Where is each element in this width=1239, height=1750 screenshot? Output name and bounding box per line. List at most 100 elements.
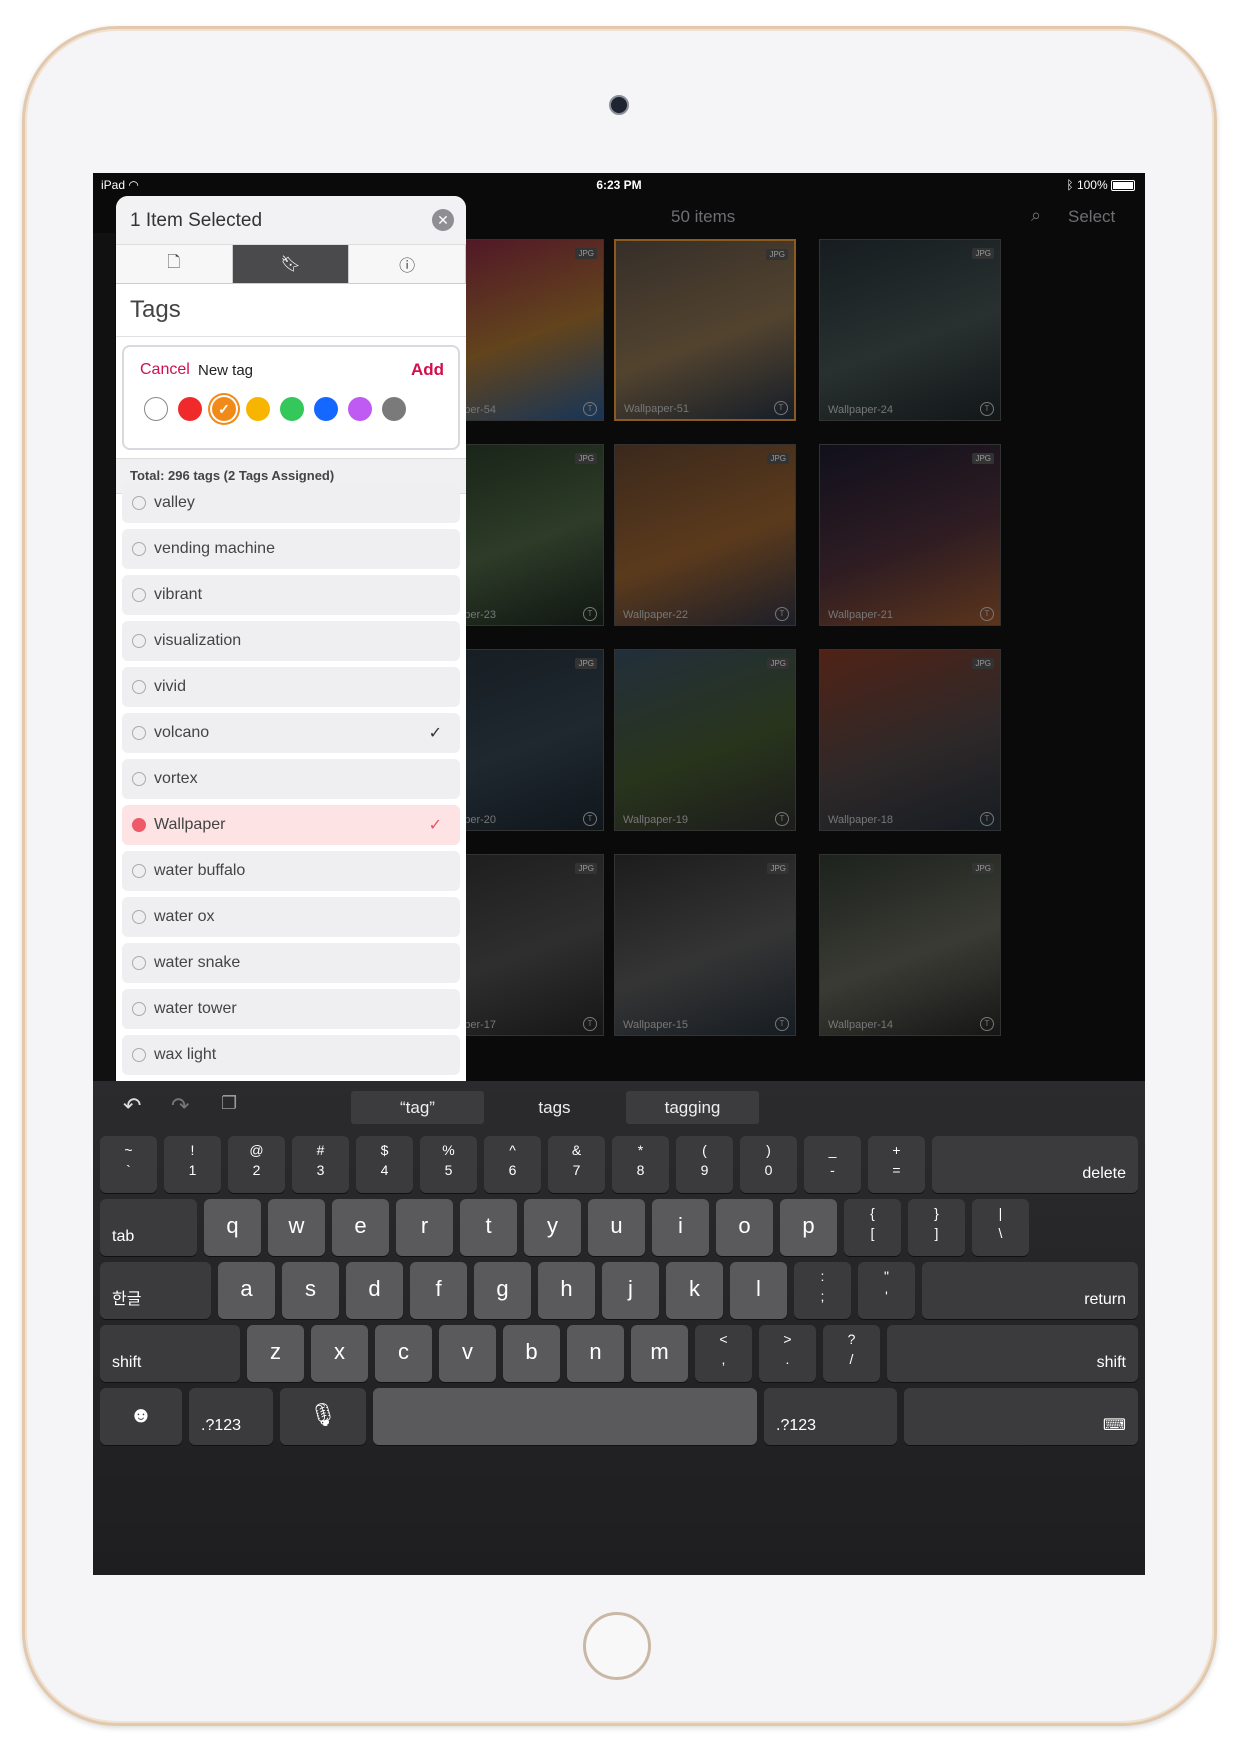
home-button[interactable] xyxy=(583,1612,651,1680)
tag-row[interactable]: wax light xyxy=(122,1035,460,1075)
symbol-key[interactable]: >. xyxy=(759,1325,816,1382)
letter-key[interactable]: w xyxy=(268,1199,325,1256)
close-icon[interactable]: ✕ xyxy=(432,209,454,231)
mic-key[interactable]: 🎙︎ xyxy=(280,1388,366,1445)
tab-key[interactable]: tab xyxy=(100,1199,197,1256)
return-key[interactable]: return xyxy=(922,1262,1138,1319)
add-button[interactable]: Add xyxy=(411,360,444,380)
letter-key[interactable]: i xyxy=(652,1199,709,1256)
color-swatch[interactable] xyxy=(212,397,236,421)
tag-row[interactable]: visualization xyxy=(122,621,460,661)
number-key[interactable]: @2 xyxy=(228,1136,285,1193)
tab-document[interactable]: 🗋 xyxy=(116,245,233,283)
shift-key-left[interactable]: shift xyxy=(100,1325,240,1382)
letter-key[interactable]: o xyxy=(716,1199,773,1256)
hide-keyboard-key[interactable]: ⌨ xyxy=(904,1388,1138,1445)
letter-key[interactable]: c xyxy=(375,1325,432,1382)
redo-icon[interactable]: ↷ xyxy=(171,1093,189,1119)
symbol-key[interactable]: | \ xyxy=(972,1199,1029,1256)
number-key[interactable]: ! 1 xyxy=(164,1136,221,1193)
letter-key[interactable]: x xyxy=(311,1325,368,1382)
letter-key[interactable]: b xyxy=(503,1325,560,1382)
letter-key[interactable]: q xyxy=(204,1199,261,1256)
letter-key[interactable]: z xyxy=(247,1325,304,1382)
select-button[interactable]: Select xyxy=(1068,207,1115,227)
suggestion-2[interactable]: tags xyxy=(488,1091,621,1124)
tag-row[interactable]: vortex xyxy=(122,759,460,799)
suggestion-1[interactable]: “tag” xyxy=(351,1091,484,1124)
numbers-key-right[interactable]: .?123 xyxy=(764,1388,897,1445)
letter-key[interactable]: u xyxy=(588,1199,645,1256)
letter-key[interactable]: n xyxy=(567,1325,624,1382)
number-key[interactable]: % 5 xyxy=(420,1136,477,1193)
letter-key[interactable]: a xyxy=(218,1262,275,1319)
letter-key[interactable]: l xyxy=(730,1262,787,1319)
space-key[interactable] xyxy=(373,1388,757,1445)
letter-key[interactable]: v xyxy=(439,1325,496,1382)
tag-row[interactable]: volcano ✓ xyxy=(122,713,460,753)
letter-key[interactable]: s xyxy=(282,1262,339,1319)
thumbnail[interactable]: JPG Wallpaper-21 T xyxy=(819,444,1001,626)
tag-row[interactable]: water snake xyxy=(122,943,460,983)
letter-key[interactable]: t xyxy=(460,1199,517,1256)
number-key[interactable]: #3 xyxy=(292,1136,349,1193)
number-key[interactable]: $4 xyxy=(356,1136,413,1193)
search-icon[interactable]: ⌕ xyxy=(1031,205,1041,226)
thumbnail[interactable]: JPG Wallpaper-19 T xyxy=(614,649,796,831)
letter-key[interactable]: g xyxy=(474,1262,531,1319)
color-swatch[interactable] xyxy=(382,397,406,421)
tag-row[interactable]: water tower xyxy=(122,989,460,1029)
symbol-key[interactable]: ? / xyxy=(823,1325,880,1382)
thumbnail[interactable]: JPG Wallpaper-51 T xyxy=(614,239,796,421)
undo-icon[interactable]: ↶ xyxy=(123,1093,141,1119)
letter-key[interactable]: f xyxy=(410,1262,467,1319)
letter-key[interactable]: r xyxy=(396,1199,453,1256)
number-key[interactable]: * 8 xyxy=(612,1136,669,1193)
tag-row[interactable]: valley xyxy=(122,483,460,523)
tag-row[interactable]: water ox xyxy=(122,897,460,937)
letter-key[interactable]: d xyxy=(346,1262,403,1319)
number-key[interactable]: ^ 6 xyxy=(484,1136,541,1193)
numbers-key-left[interactable]: .?123 xyxy=(189,1388,273,1445)
letter-key[interactable]: y xyxy=(524,1199,581,1256)
number-key[interactable]: _ - xyxy=(804,1136,861,1193)
symbol-key[interactable]: }] xyxy=(908,1199,965,1256)
tab-info[interactable]: ⓘ xyxy=(349,245,466,283)
thumbnail[interactable]: JPG Wallpaper-22 T xyxy=(614,444,796,626)
suggestion-3[interactable]: tagging xyxy=(626,1091,759,1124)
color-swatch[interactable] xyxy=(178,397,202,421)
number-key[interactable]: ) 0 xyxy=(740,1136,797,1193)
thumbnail[interactable]: JPG Wallpaper-15 T xyxy=(614,854,796,1036)
symbol-key[interactable]: <, xyxy=(695,1325,752,1382)
thumbnail[interactable]: JPG Wallpaper-24 T xyxy=(819,239,1001,421)
tag-row[interactable]: Wallpaper ✓ xyxy=(122,805,460,845)
paste-icon[interactable]: ❐ xyxy=(221,1093,237,1114)
tag-row[interactable]: vivid xyxy=(122,667,460,707)
color-swatch[interactable] xyxy=(246,397,270,421)
number-key[interactable]: (9 xyxy=(676,1136,733,1193)
symbol-key[interactable]: {[ xyxy=(844,1199,901,1256)
symbol-key[interactable]: :; xyxy=(794,1262,851,1319)
number-key[interactable]: + = xyxy=(868,1136,925,1193)
language-key[interactable]: 한글 xyxy=(100,1262,211,1319)
color-swatch[interactable] xyxy=(348,397,372,421)
shift-key-right[interactable]: shift xyxy=(887,1325,1138,1382)
number-key[interactable]: ~ ` xyxy=(100,1136,157,1193)
letter-key[interactable]: k xyxy=(666,1262,723,1319)
letter-key[interactable]: h xyxy=(538,1262,595,1319)
thumbnail[interactable]: JPG Wallpaper-18 T xyxy=(819,649,1001,831)
tab-tags[interactable]: 🔖︎ xyxy=(232,245,350,283)
thumbnail[interactable]: JPG Wallpaper-14 T xyxy=(819,854,1001,1036)
color-swatch[interactable] xyxy=(280,397,304,421)
emoji-key[interactable]: ☻ xyxy=(100,1388,182,1445)
number-key[interactable]: & 7 xyxy=(548,1136,605,1193)
tag-row[interactable]: water buffalo xyxy=(122,851,460,891)
letter-key[interactable]: m xyxy=(631,1325,688,1382)
new-tag-input[interactable]: New tag xyxy=(198,362,253,379)
cancel-button[interactable]: Cancel xyxy=(140,361,190,379)
symbol-key[interactable]: " ' xyxy=(858,1262,915,1319)
letter-key[interactable]: p xyxy=(780,1199,837,1256)
tag-row[interactable]: vending machine xyxy=(122,529,460,569)
delete-key[interactable]: delete xyxy=(932,1136,1138,1193)
tag-row[interactable]: vibrant xyxy=(122,575,460,615)
